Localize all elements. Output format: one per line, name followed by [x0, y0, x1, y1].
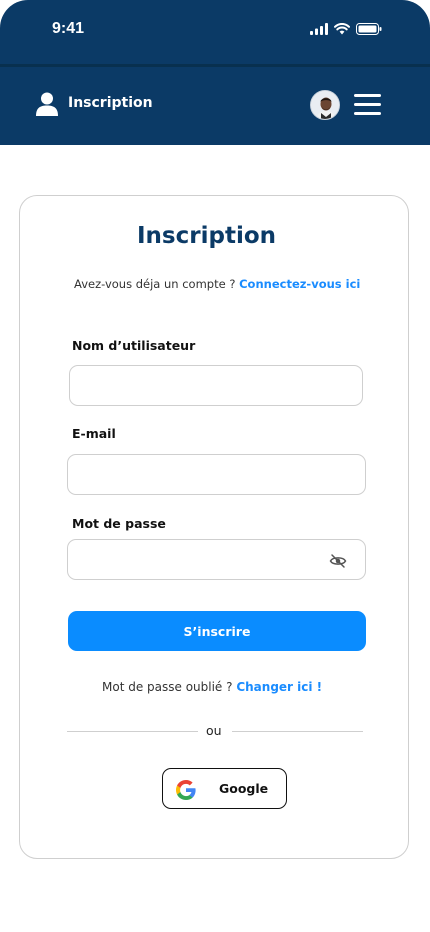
status-bar: 9:41: [0, 0, 430, 64]
login-link[interactable]: Connectez-vous ici: [239, 277, 360, 291]
divider-text: ou: [206, 723, 222, 738]
battery-icon: [356, 23, 382, 35]
header-title: Inscription: [68, 95, 153, 111]
signal-icon: [310, 23, 328, 35]
google-label: Google: [219, 781, 269, 796]
forgot-link[interactable]: Changer ici !: [236, 680, 322, 694]
login-prompt-line: Avez-vous déja un compte ? Connectez-vou…: [74, 277, 360, 291]
username-input[interactable]: [69, 365, 363, 406]
divider-left: [67, 731, 198, 732]
forgot-password-line: Mot de passe oublié ? Changer ici !: [102, 680, 322, 694]
menu-bar: [354, 112, 381, 115]
avatar-portrait: [311, 91, 339, 119]
forgot-prompt: Mot de passe oublié ?: [102, 680, 233, 694]
menu-button[interactable]: [354, 94, 382, 116]
signup-button[interactable]: S’inscrire: [68, 611, 366, 651]
email-input[interactable]: [67, 454, 366, 495]
card-title: Inscription: [137, 223, 276, 249]
eye-off-icon[interactable]: [329, 552, 347, 570]
phone-top: 9:41 Inscription: [0, 0, 430, 145]
app-header: Inscription: [0, 67, 430, 145]
password-input[interactable]: [67, 539, 366, 580]
divider-right: [232, 731, 363, 732]
email-label: E-mail: [72, 426, 116, 441]
status-icons: [310, 23, 382, 35]
wifi-icon: [334, 23, 350, 35]
status-time: 9:41: [52, 20, 85, 37]
menu-bar: [354, 103, 381, 106]
signup-card: Inscription Avez-vous déja un compte ? C…: [19, 195, 409, 859]
avatar[interactable]: [310, 90, 340, 120]
username-label: Nom d’utilisateur: [72, 338, 196, 353]
menu-bar: [354, 94, 381, 97]
login-prompt: Avez-vous déja un compte ?: [74, 277, 236, 291]
google-signin-button[interactable]: Google: [162, 768, 287, 809]
google-icon: [176, 780, 196, 800]
password-label: Mot de passe: [72, 516, 166, 531]
user-icon: [36, 92, 58, 116]
